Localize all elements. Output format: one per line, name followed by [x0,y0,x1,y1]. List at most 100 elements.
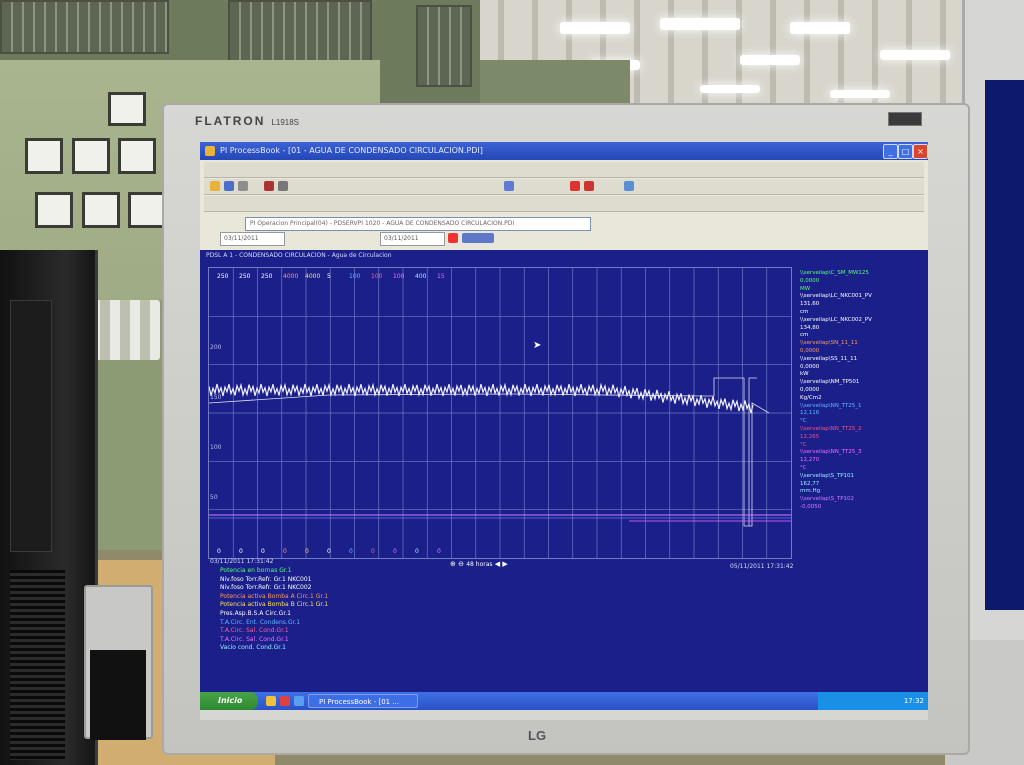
play-icon[interactable] [570,181,580,191]
legend-entry: °C [800,441,807,448]
trend-svg [209,268,791,558]
time-nav-button[interactable] [462,233,494,243]
trace-power [209,382,754,414]
pc-drive-bay [10,300,52,552]
record-icon[interactable] [584,181,594,191]
legend-entry: \\serveilap\SS_11_11 [800,355,858,362]
address-field[interactable]: PI Operacion Principal(04) - PDSERVPI 10… [245,217,591,231]
settings-icon[interactable] [624,181,634,191]
legend-entry: 134,80 [800,324,820,331]
trace-descriptions: Potencia en bornas Gr.1 Niv.foso Torr.Ref… [220,567,540,653]
toolbar-secondary[interactable] [204,196,924,212]
ceiling-light [700,85,760,93]
open-icon[interactable] [210,181,220,191]
end-time-field[interactable]: 03/11/2011 [380,232,445,246]
gauge [35,192,73,228]
ceiling-light [830,90,890,98]
plot-title: PDSL A 1 - CONDENSADO CIRCULACION - Agua… [206,252,392,259]
cabinet [480,60,630,105]
legend-entry: \\serveilap\LC_NKC001_PV [800,293,872,300]
scale-max-label: 100 [371,273,383,280]
quicklaunch-icon[interactable] [266,696,276,706]
scale-max-label: 15 [437,273,445,280]
save-icon[interactable] [224,181,234,191]
maximize-button[interactable]: □ [898,144,913,159]
ceiling-light [790,22,850,34]
clock: 17:32 [903,697,924,705]
legend-entry: 12,265 [800,433,820,440]
legend-entry: \\serveilap\NN_TT25_3 [800,449,862,456]
legend-entry: °C [800,464,807,471]
menu-bar[interactable] [204,162,924,178]
scale-min-label: 0 [283,548,287,555]
annunciator-panel [416,5,472,87]
window-title: PI ProcessBook - [01 - AGUA DE CONDENSAD… [220,146,483,155]
time-end-label: 05/11/2011 17:31:42 [730,563,794,570]
legend-entry: °C [800,418,807,425]
screen-bottom-edge [200,710,928,720]
scale-min-label: 0 [327,548,331,555]
print-icon[interactable] [238,181,248,191]
scale-max-label: 4000 [283,273,299,280]
start-button[interactable]: Inicio [200,692,258,710]
trace-description: Potencia activa Bomba A Circ.1 Gr.1 [220,592,329,600]
trace-description: T.A.Circ. Sal. Cond.Gr.1 [220,635,289,643]
legend-entry: -0,0050 [800,503,822,510]
scale-min-label: 0 [261,548,265,555]
scale-min-label: 0 [437,548,441,555]
scale-max-label: 5 [327,273,331,280]
monitor-brand-name: FLATRON [195,114,266,128]
copy-icon[interactable] [278,181,288,191]
window-titlebar[interactable]: PI ProcessBook - [01 - AGUA DE CONDENSAD… [200,142,928,160]
scale-min-label: 0 [415,548,419,555]
zoom-icon[interactable] [504,181,514,191]
toolbar-main[interactable] [204,179,924,195]
scale-max-label: 100 [393,273,405,280]
trace-level [209,377,757,527]
scale-min-label: 0 [393,548,397,555]
taskbar: Inicio PI ProcessBook - [01 ... 17:32 [200,692,928,710]
trace-description: Pres.Asp.B.S.A Circ.Gr.1 [220,609,291,617]
legend-entry: kW [800,371,809,378]
annunciator-panel [0,0,169,54]
trace-level-2 [749,402,770,527]
trend-plot[interactable]: 250 250 250 4000 4000 5 100 100 100 400 15 0 0 0 0 0 0 0… [208,267,792,559]
scale-min-label: 0 [371,548,375,555]
y-tick-label: 200 [210,344,222,351]
legend-entry: \\serveilap\S_TP101 [800,472,855,479]
y-tick-label: 50 [210,494,218,501]
legend-entry: 0,0000 [800,386,820,393]
y-tick-label: 100 [210,444,222,451]
scale-min-label: 0 [305,548,309,555]
scale-max-label: 100 [349,273,361,280]
legend-entry: \\serveilap\NM_TP501 [800,379,860,386]
scale-max-label: 4000 [305,273,321,280]
toolbar-area: PI Operacion Principal(04) - PDSERVPI 10… [200,160,928,250]
close-button[interactable]: × [913,144,928,159]
legend-entry: 0,0000 [800,277,820,284]
lg-logo: LG [528,728,547,743]
time-start-label: 03/11/2011 17:31:42 [210,558,274,565]
scale-min-label: 0 [239,548,243,555]
screen: PI ProcessBook - [01 - AGUA DE CONDENSAD… [200,142,928,720]
system-tray: 17:32 [818,692,928,710]
start-time-field[interactable]: 03/11/2011 [220,232,285,246]
gauge [108,92,146,126]
card-reader-base [90,650,146,740]
trace-description: Potencia activa Bomba B Circ.1 Gr.1 [220,601,329,609]
apply-time-button[interactable] [448,233,458,243]
gauge [82,192,120,228]
legend-entry: \\serveilap\NN_TT25_2 [800,425,862,432]
cut-icon[interactable] [264,181,274,191]
gauge [118,138,156,174]
taskbar-item-processbook[interactable]: PI ProcessBook - [01 ... [308,694,418,708]
minimize-button[interactable]: _ [883,144,898,159]
legend-entry: \\serveilap\S_TP102 [800,496,855,503]
quicklaunch-icon[interactable] [294,696,304,706]
quicklaunch-icon[interactable] [280,696,290,706]
monitor-model: L1918S [271,118,300,127]
gauge [128,192,166,228]
legend-entry: 12,116 [800,410,820,417]
legend-entry: \\serveilap\LC_NKC002_PV [800,316,872,323]
energy-badge [888,112,922,126]
